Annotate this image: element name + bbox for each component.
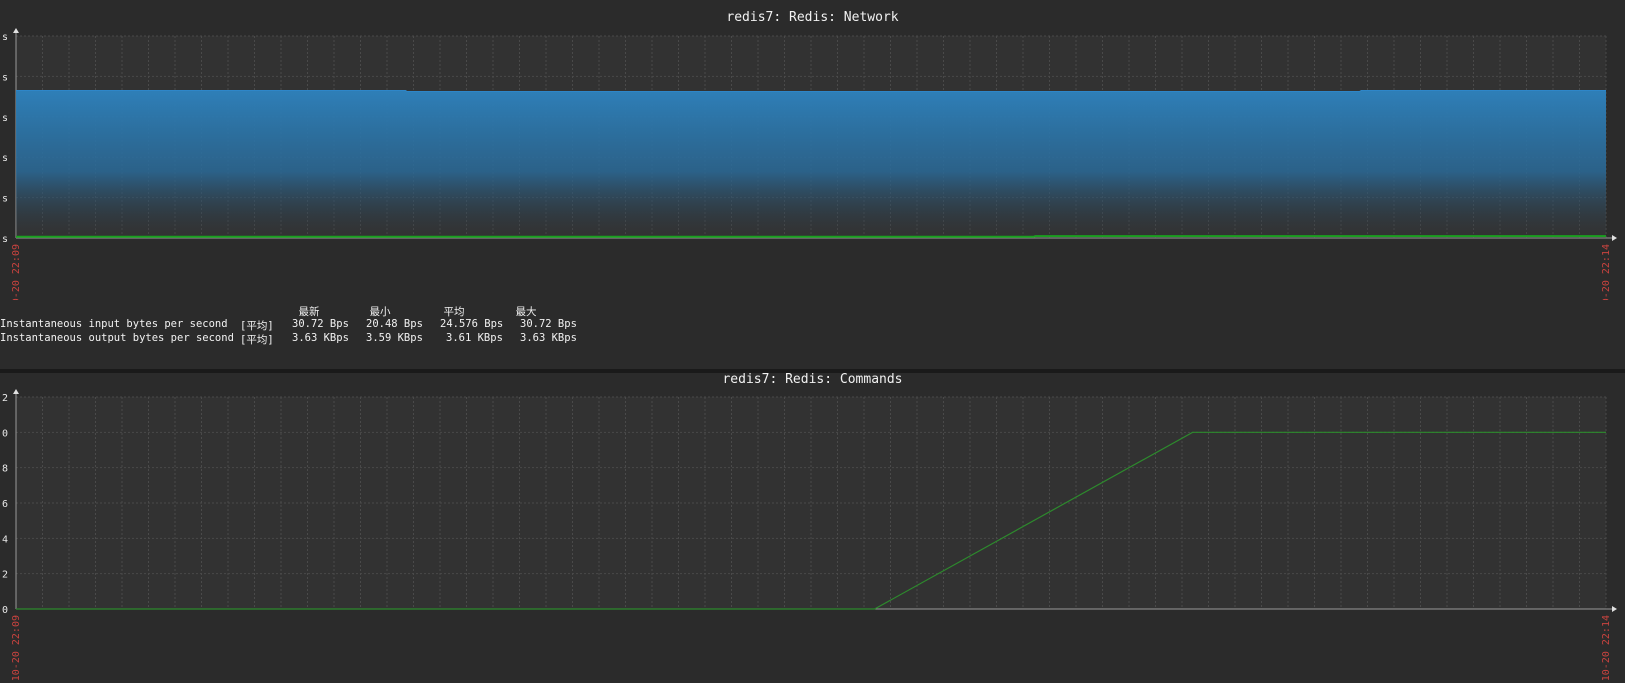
legend-header-avg: 平均	[443, 306, 465, 318]
legend-avg-value: 3.61 KBps	[446, 332, 503, 344]
legend-header-last: 最新	[298, 306, 320, 318]
y-tick-label: 8	[2, 464, 8, 475]
output-bytes-area	[16, 90, 1606, 238]
network-chart-plot: ssssss10-20 22:09 10-20 22:14	[2, 28, 1617, 300]
y-tick-label: s	[2, 72, 8, 83]
y-tick-label: s	[2, 234, 8, 245]
y-axis-arrow-icon	[13, 389, 19, 394]
legend-header-min: 最小	[369, 306, 391, 318]
input-bytes-line	[16, 235, 1606, 238]
legend-avg-value: 24.576 Bps	[440, 318, 504, 330]
legend-header-max: 最大	[515, 306, 537, 318]
y-tick-label: 0	[2, 605, 8, 616]
legend-min-value: 3.59 KBps	[366, 332, 423, 344]
y-tick-label: 2	[2, 570, 8, 581]
x-tick-label: 10-20 22:09	[11, 244, 22, 300]
legend-max-value: 30.72 Bps	[520, 318, 577, 330]
y-tick-label: s	[2, 113, 8, 124]
y-tick-label: s	[2, 194, 8, 205]
y-tick-label: 4	[2, 534, 8, 545]
x-tick-label: 10-20 22:14	[1601, 244, 1612, 300]
legend-series-name: Instantaneous output bytes per second	[0, 332, 234, 344]
y-tick-label: s	[2, 32, 8, 43]
commands-chart-plot: 0 2 4 6 8 0 2 10-20 22:09 10-20 22:14	[2, 389, 1617, 681]
legend-func: [平均]	[240, 334, 274, 346]
legend-series-name: Instantaneous input bytes per second	[0, 318, 228, 330]
legend-last-value: 3.63 KBps	[292, 332, 349, 344]
legend-func: [平均]	[240, 320, 274, 332]
y-tick-label: 2	[2, 393, 8, 404]
y-axis-arrow-icon	[13, 28, 19, 33]
legend-min-value: 20.48 Bps	[366, 318, 423, 330]
y-tick-label: 0	[2, 428, 8, 439]
commands-chart-panel: redis7: Redis: Commands 0 2 4 6 8 0 2 10-20 22:…	[0, 372, 1625, 683]
y-tick-label: s	[2, 153, 8, 164]
legend-max-value: 3.63 KBps	[520, 332, 577, 344]
legend-last-value: 30.72 Bps	[292, 318, 349, 330]
x-tick-label: 10-20 22:09	[11, 615, 22, 681]
x-axis-arrow-icon	[1612, 235, 1617, 241]
network-chart-panel: redis7: Redis: Network s s s s s s 10-20 22:09…	[0, 0, 1625, 369]
x-tick-label: 10-20 22:14	[1601, 615, 1612, 681]
x-axis-arrow-icon	[1612, 606, 1617, 612]
y-tick-label: 6	[2, 499, 8, 510]
